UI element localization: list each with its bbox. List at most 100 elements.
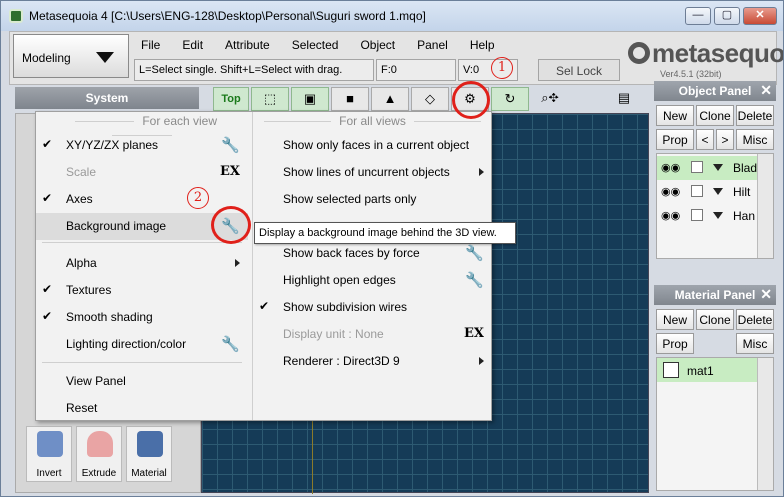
object-list: ◉◉ Blad ◉◉ Hilt ◉◉ Han [656, 153, 774, 259]
cube-view-icon[interactable]: ◇ [411, 87, 449, 111]
menu-item-lighting[interactable]: Lighting direction/color 🔧 [36, 331, 248, 358]
material-new-button[interactable]: New [656, 309, 694, 330]
face-count: F:0 [376, 59, 456, 81]
menu-item-reset[interactable]: Reset [36, 395, 248, 422]
ex-icon: EX [464, 326, 484, 341]
menu-item-view-panel[interactable]: View Panel [36, 368, 248, 395]
wrench-icon[interactable]: 🔧 [221, 335, 240, 353]
menu-item-show-current-faces[interactable]: Show only faces in a current object [253, 132, 492, 159]
mode-dropdown[interactable]: Modeling [13, 34, 129, 78]
wrench-icon[interactable]: 🔧 [465, 244, 484, 262]
minimize-button[interactable]: — [685, 7, 711, 25]
menu-column-all-views: For all views Show only faces in a curre… [252, 112, 492, 420]
object-next-button[interactable]: > [716, 129, 734, 150]
menu-item-label: Alpha [66, 256, 97, 270]
menu-item-show-selected-parts[interactable]: Show selected parts only [253, 186, 492, 213]
solid-view-icon[interactable]: ■ [331, 87, 369, 111]
menu-item-show-uncurrent-lines[interactable]: Show lines of uncurrent objects [253, 159, 492, 186]
menu-selected[interactable]: Selected [285, 34, 346, 56]
menu-item-textures[interactable]: ✔ Textures [36, 277, 248, 304]
menu-help[interactable]: Help [463, 34, 502, 56]
close-icon[interactable]: ✕ [760, 286, 772, 303]
expand-triangle-icon[interactable] [713, 188, 723, 195]
refresh-icon[interactable]: ↻ [491, 87, 529, 111]
visibility-eye-icon[interactable]: ◉◉ [661, 161, 680, 174]
submenu-arrow-icon [235, 259, 240, 267]
object-new-button[interactable]: New [656, 105, 694, 126]
object-panel-title: Object Panel [678, 84, 752, 98]
expand-triangle-icon[interactable] [713, 164, 723, 171]
menu-item-label: Textures [66, 283, 112, 297]
close-button[interactable]: ✕ [743, 7, 777, 25]
menu-item-planes[interactable]: ✔ XY/YZ/ZX planes 🔧 [36, 132, 248, 159]
menu-edit[interactable]: Edit [175, 34, 210, 56]
logo-text: metasequoia [652, 38, 784, 68]
menu-object[interactable]: Object [353, 34, 402, 56]
material-clone-button[interactable]: Clone [696, 309, 734, 330]
command-icons: Invert Extrude Material [26, 426, 176, 484]
maximize-button[interactable]: ▢ [714, 7, 740, 25]
view-top-button[interactable]: Top [213, 87, 249, 111]
object-list-scrollbar[interactable] [757, 154, 773, 258]
object-row[interactable]: ◉◉ Hilt [657, 180, 757, 204]
invert-label: Invert [36, 468, 62, 479]
menu-file[interactable]: File [134, 34, 167, 56]
extrude-command[interactable]: Extrude [76, 426, 122, 482]
object-clone-button[interactable]: Clone [696, 105, 734, 126]
material-prop-button[interactable]: Prop [656, 333, 694, 354]
menu-item-alpha[interactable]: Alpha [36, 250, 248, 277]
perspective-icon[interactable]: ▲ [371, 87, 409, 111]
view-settings-menu: For each view ✔ XY/YZ/ZX planes 🔧 Scale … [35, 111, 492, 421]
material-misc-button[interactable]: Misc [736, 333, 774, 354]
object-row[interactable]: ◉◉ Han [657, 204, 757, 228]
menu-attribute[interactable]: Attribute [218, 34, 277, 56]
menu-item-label: Show only faces in a current object [283, 138, 470, 152]
menu-item-subdivision-wires[interactable]: ✔ Show subdivision wires [253, 294, 492, 321]
status-row: L=Select single. Shift+L=Select with dra… [134, 59, 520, 81]
visibility-eye-icon[interactable]: ◉◉ [661, 185, 680, 198]
step-marker-1: 1 [491, 57, 513, 79]
menu-item-renderer[interactable]: Renderer : Direct3D 9 [253, 348, 492, 375]
fit-view-icon[interactable]: ▣ [291, 87, 329, 111]
object-delete-button[interactable]: Delete [736, 105, 774, 126]
object-prev-button[interactable]: < [696, 129, 714, 150]
lock-checkbox[interactable] [691, 209, 703, 221]
menu-item-back-faces[interactable]: Show back faces by force 🔧 [253, 240, 492, 267]
menu-item-label: Axes [66, 192, 93, 206]
menu-separator [42, 242, 242, 243]
right-panels: Object Panel ✕ New Clone Delete Prop < >… [654, 81, 776, 493]
menu-item-open-edges[interactable]: Highlight open edges 🔧 [253, 267, 492, 294]
material-command[interactable]: Material [126, 426, 172, 482]
lock-checkbox[interactable] [691, 185, 703, 197]
mode-value: Modeling [22, 51, 71, 65]
check-icon: ✔ [42, 137, 53, 151]
object-misc-button[interactable]: Misc [736, 129, 774, 150]
menu-item-label: View Panel [66, 374, 126, 388]
material-name: mat1 [687, 364, 714, 378]
material-list-scrollbar[interactable] [757, 358, 773, 490]
select-rect-icon[interactable]: ⬚ [251, 87, 289, 111]
object-prop-button[interactable]: Prop [656, 129, 694, 150]
visibility-eye-icon[interactable]: ◉◉ [661, 209, 680, 222]
sel-lock-button[interactable]: Sel Lock [538, 59, 620, 81]
material-delete-button[interactable]: Delete [736, 309, 774, 330]
dropdown-arrow-icon [96, 52, 114, 63]
screen-layout-icon[interactable]: ▤ [605, 87, 643, 111]
menu-item-label: Display unit : None [283, 327, 384, 341]
lock-checkbox[interactable] [691, 161, 703, 173]
close-icon[interactable]: ✕ [760, 82, 772, 99]
object-row[interactable]: ◉◉ Blad [657, 156, 757, 180]
material-row[interactable]: mat1 [657, 358, 757, 382]
expand-triangle-icon[interactable] [713, 212, 723, 219]
check-icon: ✔ [42, 282, 53, 296]
check-icon: ✔ [42, 191, 53, 205]
menu-item-axes[interactable]: ✔ Axes [36, 186, 248, 213]
invert-command[interactable]: Invert [26, 426, 72, 482]
menu-item-smooth-shading[interactable]: ✔ Smooth shading [36, 304, 248, 331]
wrench-icon[interactable]: 🔧 [221, 136, 240, 154]
menu-item-label: Lighting direction/color [66, 337, 187, 351]
zoom-move-icon[interactable]: ⌕✥ [531, 87, 569, 111]
system-tab[interactable]: System [15, 87, 199, 109]
menu-panel[interactable]: Panel [410, 34, 455, 56]
wrench-icon[interactable]: 🔧 [465, 271, 484, 289]
